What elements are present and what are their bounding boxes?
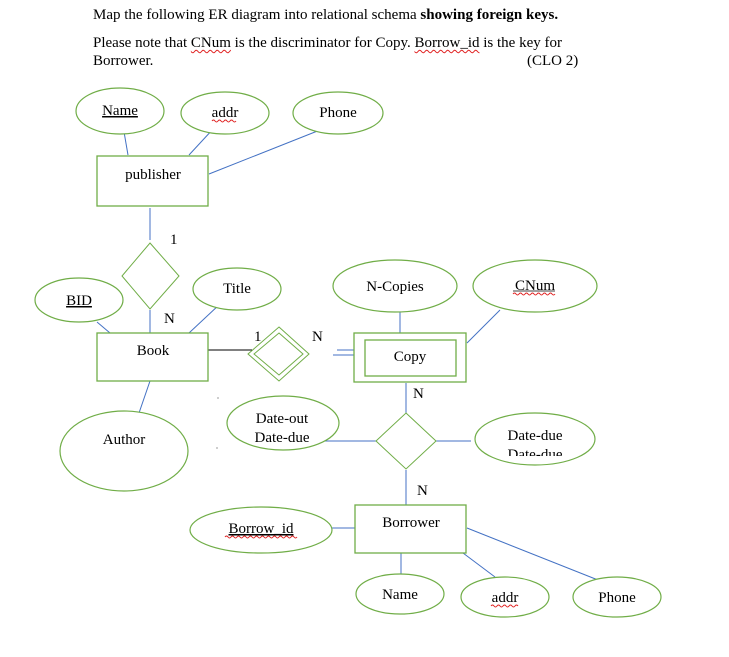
line-cnum-copy: [466, 309, 501, 344]
stray-dot: [216, 447, 218, 449]
attr-bor-addr-label: addr: [492, 590, 519, 606]
card-borrows-n1: N: [413, 386, 424, 402]
attr-pub-name-label: Name: [102, 103, 138, 119]
attr-author-shape: [59, 410, 189, 492]
entity-copy-label: Copy: [394, 349, 427, 365]
attr-title-label: Title: [223, 281, 251, 297]
line-book-author: [138, 380, 151, 414]
line-borrower-phone: [466, 527, 599, 581]
stray-dot: [217, 397, 219, 399]
line-borrower-addr: [462, 552, 496, 578]
card-publishes-n: N: [164, 311, 175, 327]
card-borrows-n2: N: [417, 483, 428, 499]
card-publishes-1: 1: [170, 232, 178, 248]
attr-ncopies-label: N-Copies: [366, 279, 424, 295]
entity-book-label: Book: [137, 343, 170, 359]
attr-author-label: Author: [103, 432, 146, 448]
er-diagram: publisher Book Copy Borrower Name addr P…: [34, 87, 662, 618]
attr-bor-phone-label: Phone: [598, 590, 636, 606]
relationship-borrows: [375, 412, 437, 470]
attr-datedue-label: Date-due: [508, 428, 563, 444]
attr-dateout-ghost-label: Date-due: [255, 430, 310, 446]
attr-pub-phone-label: Phone: [319, 105, 357, 121]
line-title-book: [188, 303, 221, 334]
attr-dateout-label: Date-out: [256, 411, 309, 427]
attr-pub-addr-label: addr: [212, 105, 239, 121]
attr-bid-label: BID: [66, 293, 92, 309]
line-pubphone-publisher: [208, 129, 321, 175]
card-hascopy-1: 1: [254, 329, 262, 345]
entity-borrower-label: Borrower: [382, 515, 439, 531]
attr-cnum-label: CNum: [515, 278, 555, 294]
relationship-publishes: [121, 242, 180, 310]
attr-bor-name-label: Name: [382, 587, 418, 603]
attr-borrowid-label: Borrow_id: [229, 521, 294, 537]
card-hascopy-n: N: [312, 329, 323, 345]
line-bid-book: [96, 321, 111, 334]
entity-publisher-label: publisher: [125, 167, 181, 183]
